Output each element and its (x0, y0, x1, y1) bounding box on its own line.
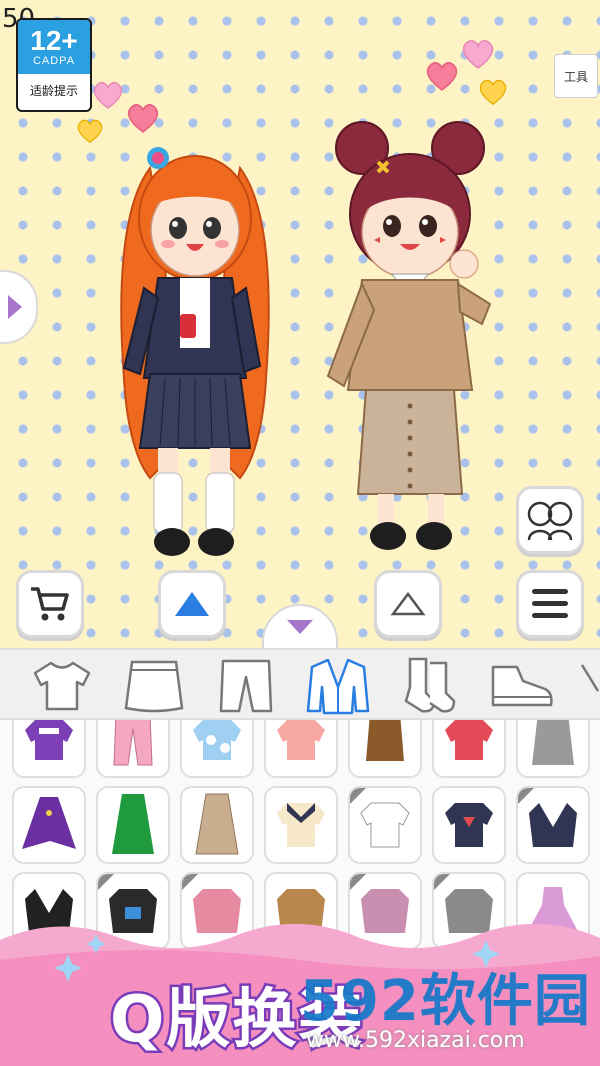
locked-marker (434, 874, 450, 890)
tab-tops[interactable] (26, 654, 98, 718)
pants-icon (219, 659, 273, 713)
move-up-button-active[interactable] (158, 570, 226, 638)
tab-shoes[interactable] (486, 654, 558, 718)
item-tile[interactable] (12, 786, 86, 864)
age-rating-badge[interactable]: 12+ CADPA 适龄提示 (16, 18, 92, 112)
tab-socks[interactable] (394, 654, 466, 718)
tools-button[interactable]: 工具 (554, 54, 598, 98)
item-tile[interactable] (264, 720, 338, 778)
menu-button[interactable] (516, 570, 584, 638)
locked-marker (518, 788, 534, 804)
pink-shirt-icon (277, 720, 325, 760)
item-tile[interactable] (516, 720, 590, 778)
locked-marker (98, 874, 114, 890)
collapse-arrow-icon (287, 620, 313, 634)
tab-jackets[interactable] (302, 654, 374, 718)
tab-more[interactable] (578, 654, 600, 718)
heart-icon (462, 40, 494, 69)
white-shirt-icon (360, 802, 410, 848)
heart-icon (426, 62, 458, 91)
sailor-uniform-icon (277, 803, 325, 847)
item-tile[interactable] (348, 720, 422, 778)
item-tile[interactable] (180, 720, 254, 778)
heart-icon (77, 119, 103, 144)
age-rating-hint: 适龄提示 (29, 84, 78, 98)
heart-icon (479, 79, 507, 105)
item-tile[interactable] (180, 786, 254, 864)
move-up-button[interactable] (374, 570, 442, 638)
pink-plaid-pants-icon (113, 720, 153, 766)
cloud-sweater-icon (193, 720, 241, 760)
side-panel-toggle[interactable] (0, 270, 38, 344)
tab-pants[interactable] (210, 654, 282, 718)
heart-icon (93, 81, 123, 109)
accessory-icon (580, 664, 600, 692)
item-tile[interactable] (432, 786, 506, 864)
character-right[interactable] (322, 114, 502, 564)
hamburger-menu-icon (532, 589, 568, 618)
dress-up-stage: 50 12+ CADPA 适龄提示 工具 (0, 0, 600, 648)
item-tile[interactable] (432, 720, 506, 778)
item-tile[interactable] (96, 786, 170, 864)
socks-icon (404, 657, 456, 713)
up-arrow-icon (175, 592, 209, 616)
red-hoodie-icon (445, 720, 493, 760)
shop-button[interactable] (16, 570, 84, 638)
jacket-icon (306, 658, 370, 715)
gray-plaid-coat-icon (532, 720, 574, 765)
item-tile[interactable] (348, 786, 422, 864)
item-tile[interactable] (516, 786, 590, 864)
locked-marker (350, 788, 366, 804)
watermark-brand: 592软件园 (300, 969, 591, 1034)
couple-icon (527, 501, 573, 541)
shoe-icon (491, 665, 553, 707)
beige-trench-coat-icon (195, 793, 239, 855)
item-tile[interactable] (12, 720, 86, 778)
category-tab-bar (0, 648, 600, 720)
green-coat-icon (112, 794, 154, 854)
expand-arrow-icon (8, 295, 22, 319)
watermark-url: www.592xiazai.com (306, 1028, 525, 1053)
locked-marker (350, 874, 366, 890)
brown-vest-icon (366, 720, 404, 761)
switch-character-button[interactable] (516, 486, 584, 554)
purple-sweater-icon (25, 720, 73, 760)
age-rating-org: CADPA (32, 55, 76, 67)
age-rating-value: 12+ (30, 25, 78, 56)
cart-icon (31, 587, 69, 621)
up-arrow-outline-icon (390, 591, 426, 616)
character-left[interactable] (110, 128, 280, 568)
navy-sailor-top-icon (445, 803, 493, 847)
navy-blazer-icon (529, 803, 577, 847)
item-tile[interactable] (96, 720, 170, 778)
item-tile[interactable] (264, 786, 338, 864)
tab-skirts[interactable] (118, 654, 190, 718)
skirt-icon (124, 660, 184, 713)
tshirt-icon (33, 661, 91, 711)
locked-marker (182, 874, 198, 890)
purple-cape-icon (22, 797, 76, 849)
